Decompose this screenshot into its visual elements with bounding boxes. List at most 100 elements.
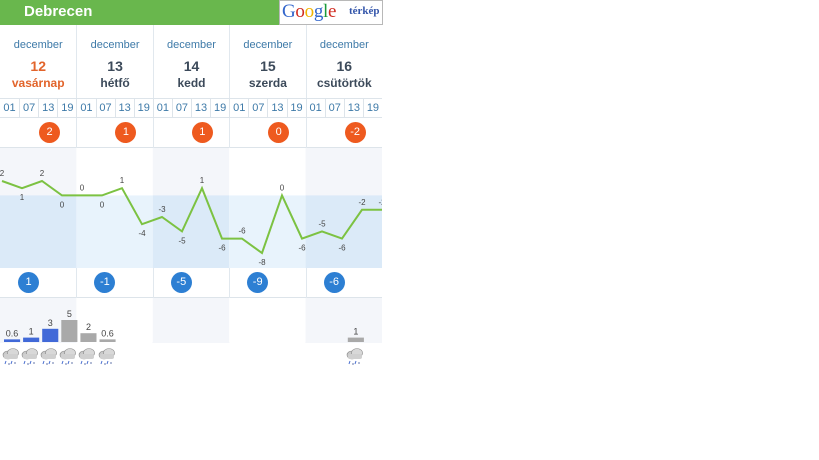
min-temp-badge: -5 xyxy=(170,272,192,293)
min-temp-badge: -1 xyxy=(94,272,116,293)
cell-divider xyxy=(229,268,231,298)
min-temp-badge: 1 xyxy=(18,272,39,293)
temperature-point-label: -6 xyxy=(238,227,246,236)
day-month: december xyxy=(167,39,216,51)
precipitation-bar xyxy=(23,337,40,342)
cloud-rain-snow-icon xyxy=(58,346,78,368)
day-day: 13 xyxy=(107,58,123,74)
precipitation-bar xyxy=(347,337,364,342)
day-weekday: szerda xyxy=(248,76,287,90)
day-header[interactable]: december 15 szerda xyxy=(229,25,305,98)
temperature-point-label: -5 xyxy=(178,236,186,245)
precipitation-bar xyxy=(42,328,59,342)
cell-divider xyxy=(305,268,307,298)
temperature-point-label: -3 xyxy=(158,205,166,214)
temperature-point-label: -4 xyxy=(138,229,146,238)
temperature-point-label: 0 xyxy=(80,183,85,192)
day-weekday: csütörtök xyxy=(316,76,372,90)
day-month: december xyxy=(90,39,140,51)
hour-label: 01 xyxy=(76,99,95,117)
hour-label: 07 xyxy=(171,99,191,117)
cloud-rain-snow-icon xyxy=(39,346,59,368)
hour-label: 13 xyxy=(267,99,286,117)
day-header[interactable]: december 16 csütörtök xyxy=(305,25,382,98)
cloud-rain-snow-icon xyxy=(77,346,97,368)
temperature-chart: 2 1 2 0 0 0 1 -4 -3 -5 1 -6 -6 -8 0 -6 -5 -6 -2 -2 xyxy=(0,148,386,268)
temperature-point-label: 0 xyxy=(60,200,65,209)
cell-divider xyxy=(76,268,78,298)
cell-divider xyxy=(152,118,154,148)
precipitation-label: 2 xyxy=(86,322,91,332)
google-letter: o xyxy=(304,1,315,22)
hour-label: 07 xyxy=(248,99,267,117)
hour-label: 19 xyxy=(133,99,153,117)
max-temp-badge: -2 xyxy=(344,122,366,143)
day-day: 14 xyxy=(183,58,200,74)
day-month: december xyxy=(319,39,369,51)
precipitation-label: 0.6 xyxy=(101,328,114,338)
day-day: 15 xyxy=(260,58,276,74)
hour-label: 01 xyxy=(152,99,172,117)
day-band xyxy=(152,298,230,343)
google-letter: e xyxy=(328,1,337,22)
precipitation-bar xyxy=(61,320,78,342)
hour-label: 01 xyxy=(229,99,248,117)
cloud-rain-snow-icon xyxy=(20,346,40,368)
google-map-link[interactable]: Google térkép xyxy=(279,0,383,25)
below-zero-band xyxy=(0,195,77,268)
hour-label: 01 xyxy=(3,102,16,114)
day-band xyxy=(229,298,306,343)
cell-divider xyxy=(229,118,231,148)
hour-label: 01 xyxy=(305,99,325,117)
precipitation-chart: 0.6 1 3 5 2 0.6 1 xyxy=(0,298,382,343)
min-temp-badge: -6 xyxy=(323,272,345,293)
hour-label: 13 xyxy=(38,99,57,117)
temperature-point-label: -6 xyxy=(218,244,226,253)
day-month: december xyxy=(243,39,293,51)
temperature-point-label: 0 xyxy=(280,183,285,192)
temperature-point-label: -8 xyxy=(258,258,266,267)
hour-label: 19 xyxy=(286,99,306,117)
weather-icon-row xyxy=(0,343,382,372)
day-header[interactable]: december 13 hétfő xyxy=(76,25,152,98)
map-link-label: térkép xyxy=(349,5,380,17)
cell-divider xyxy=(76,118,78,148)
cell-divider xyxy=(305,118,307,148)
precipitation-label: 1 xyxy=(29,327,34,337)
day-day: 16 xyxy=(336,58,353,74)
temperature-point-label: -2 xyxy=(378,198,382,207)
cloud-rain-snow-icon xyxy=(345,346,365,368)
temperature-point-label: 2 xyxy=(40,169,45,178)
hour-label: 07 xyxy=(324,99,344,117)
hour-label: 07 xyxy=(19,99,38,117)
cloud-rain-snow-icon xyxy=(97,346,117,368)
hour-label: 07 xyxy=(95,99,115,117)
precipitation-bar xyxy=(99,339,116,342)
hour-label: 19 xyxy=(362,99,382,117)
hour-label: 19 xyxy=(57,99,76,117)
hour-label: 13 xyxy=(114,99,134,117)
hour-row: 01 07 13 19 01 07 13 19 01 07 13 19 01 07 13 19 01 07 13 19 xyxy=(0,98,382,118)
temperature-point-label: 1 xyxy=(200,176,205,185)
day-header[interactable]: december 12 vasárnap xyxy=(0,25,76,98)
hour-label: 19 xyxy=(210,99,229,117)
below-zero-band xyxy=(305,195,382,268)
day-weekday: kedd xyxy=(177,76,206,90)
temperature-chart-svg: 2 1 2 0 0 0 1 -4 -3 -5 1 -6 -6 -8 0 -6 -5 -6 -2 -2 xyxy=(0,148,386,268)
day-month: december xyxy=(13,39,63,51)
google-letter: g xyxy=(313,1,324,22)
hour-label: 13 xyxy=(191,99,210,117)
cloud-rain-snow-icon xyxy=(1,346,21,368)
header-bar: Debrecen Google térkép xyxy=(0,0,383,25)
precipitation-bar xyxy=(4,339,21,342)
precipitation-label: 0.6 xyxy=(6,328,19,338)
precipitation-bar xyxy=(80,333,97,342)
max-temp-badge: 1 xyxy=(191,122,213,143)
google-letter: o xyxy=(295,1,305,22)
day-band xyxy=(305,298,382,343)
day-header[interactable]: december 14 kedd xyxy=(152,25,229,98)
weather-widget: Debrecen Google térkép december 12 vasárna… xyxy=(0,0,386,372)
min-temp-row: 1 -1 -5 -9 -6 xyxy=(0,268,382,298)
cell-divider xyxy=(152,268,154,298)
max-temp-row: 2 1 1 0 -2 xyxy=(0,118,382,148)
